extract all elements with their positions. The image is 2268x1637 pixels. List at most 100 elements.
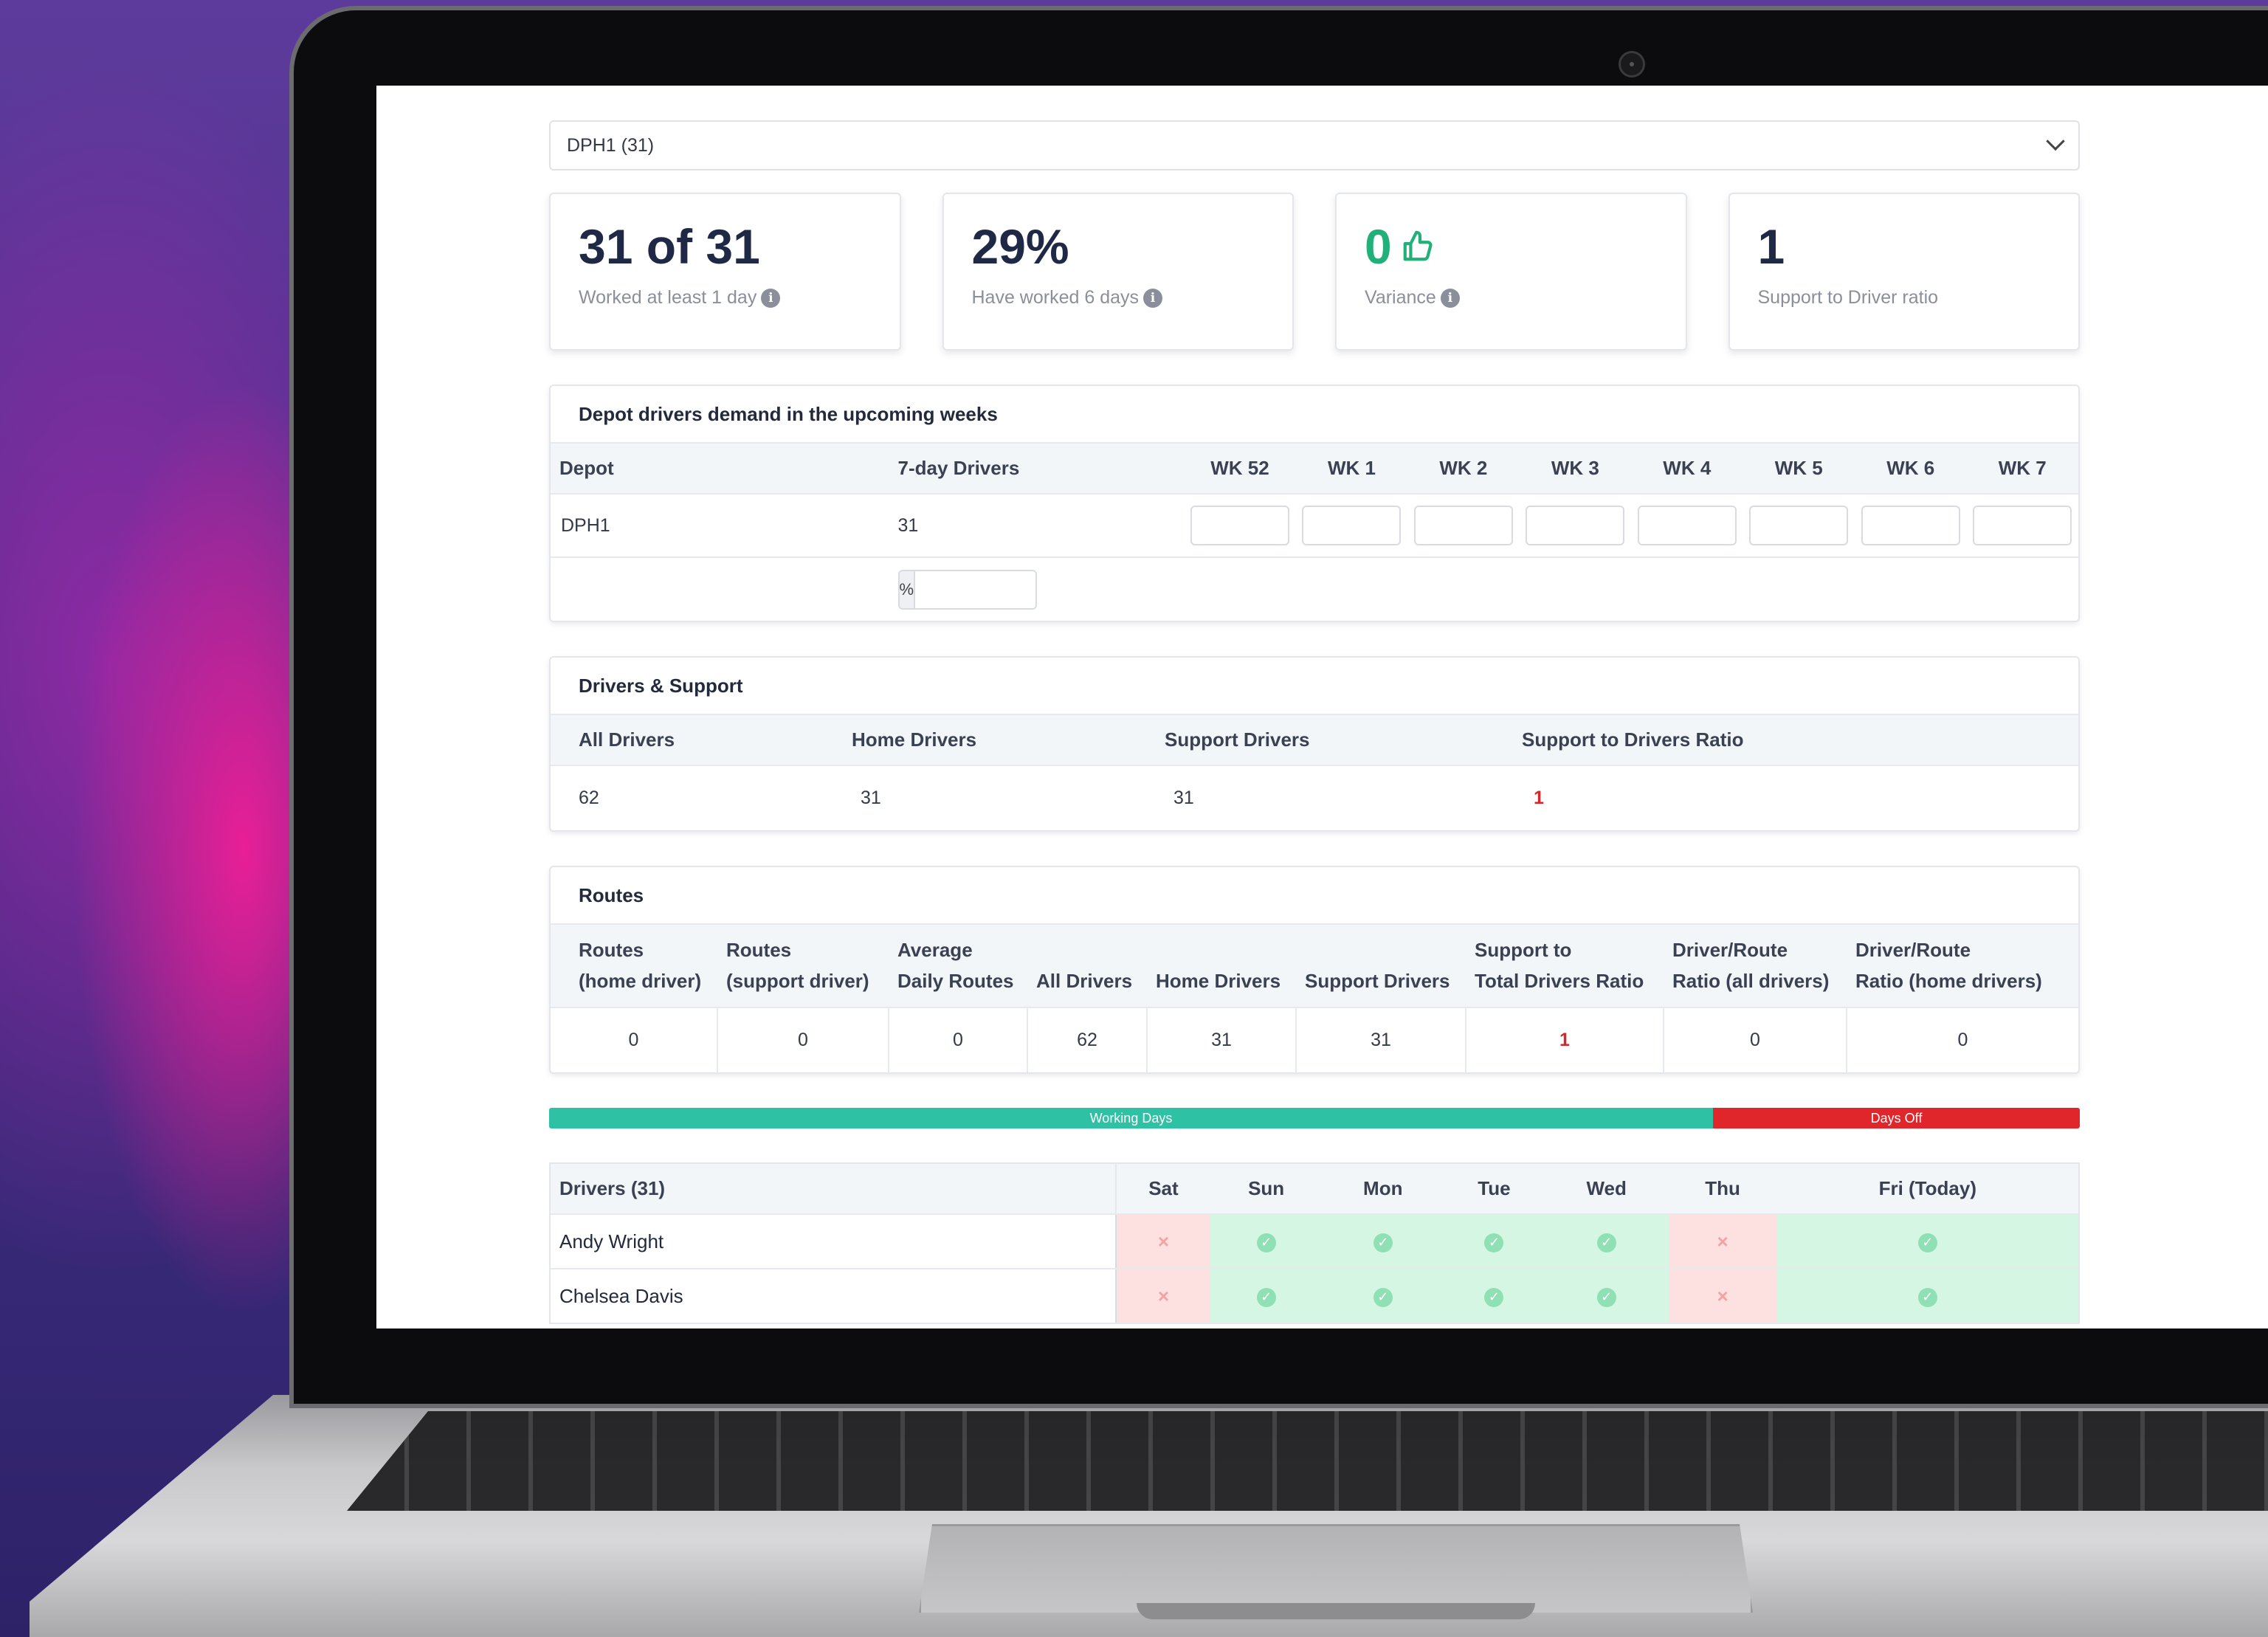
value-cell: 0 — [889, 1007, 1028, 1072]
value-cell: 31 — [861, 788, 881, 808]
col-header: Home Drivers — [852, 715, 1165, 766]
check-circle-icon: ✓ — [1484, 1233, 1504, 1252]
day-cell-working[interactable]: ✓ — [1322, 1214, 1444, 1269]
value-cell: 0 — [551, 1007, 718, 1072]
day-cell-working[interactable]: ✓ — [1776, 1214, 2078, 1269]
col-header: All Drivers — [1036, 969, 1133, 992]
routes-panel: Routes Routes (home driver) Routes (suppor… — [549, 866, 2080, 1074]
day-cell-off[interactable]: × — [1116, 1214, 1210, 1269]
demand-table: Depot 7-day Drivers WK 52 WK 1 WK 2 WK 3… — [551, 444, 2078, 621]
day-cell-working[interactable]: ✓ — [1444, 1214, 1545, 1269]
table-row: 62 31 31 1 — [551, 765, 2078, 830]
value-cell: 31 — [1173, 788, 1194, 808]
day-cell-off[interactable]: × — [1116, 1269, 1210, 1324]
laptop-trackpad — [919, 1524, 1753, 1613]
col-header: WK 1 — [1295, 444, 1408, 494]
check-circle-icon: ✓ — [1256, 1287, 1276, 1307]
day-header: Thu — [1668, 1164, 1777, 1215]
week-input[interactable] — [1190, 506, 1289, 545]
week-input[interactable] — [1413, 506, 1513, 545]
col-header: Support to — [1475, 938, 1572, 961]
value-cell: 0 — [717, 1007, 889, 1072]
value-cell: 62 — [1027, 1007, 1148, 1072]
day-cell-working[interactable]: ✓ — [1544, 1269, 1669, 1324]
col-header: WK 4 — [1631, 444, 1743, 494]
col-header: WK 2 — [1407, 444, 1520, 494]
day-cell-working[interactable]: ✓ — [1210, 1269, 1323, 1324]
col-header: Daily Routes — [897, 969, 1014, 992]
demand-panel: Depot drivers demand in the upcoming wee… — [549, 385, 2080, 622]
col-header: Driver/Route — [1672, 938, 1788, 961]
stat-value: 31 of 31 — [579, 219, 760, 274]
check-circle-icon: ✓ — [1917, 1233, 1937, 1252]
week-input[interactable] — [1973, 506, 2072, 545]
depot-select-value: DPH1 (31) — [567, 134, 655, 156]
col-header: Driver/Route — [1855, 938, 1971, 961]
week-input[interactable] — [1861, 506, 1960, 545]
thumbs-up-icon — [1403, 230, 1433, 261]
stat-label: Variance — [1365, 287, 1436, 308]
col-header: Support to Drivers Ratio — [1522, 715, 2078, 766]
x-mark-icon: × — [1717, 1284, 1728, 1307]
drivers-support-table: All Drivers Home Drivers Support Drivers… — [551, 715, 2078, 830]
check-circle-icon: ✓ — [1596, 1233, 1616, 1252]
col-header: WK 6 — [1854, 444, 1967, 494]
stat-card-variance: 0 Variance i — [1335, 193, 1687, 351]
day-header: Mon — [1322, 1164, 1444, 1215]
day-cell-working[interactable]: ✓ — [1544, 1214, 1669, 1269]
x-mark-icon: × — [1157, 1284, 1170, 1307]
chevron-down-icon — [2046, 131, 2065, 151]
col-header: 7-day Drivers — [897, 444, 1185, 494]
table-row: % — [551, 557, 2078, 621]
stat-value: 0 — [1365, 219, 1392, 274]
day-cell-off[interactable]: × — [1668, 1269, 1777, 1324]
days-legend: Working Days Days Off — [549, 1108, 2080, 1128]
col-header: Average — [897, 938, 973, 961]
depot-cell: DPH1 — [551, 494, 898, 558]
laptop-front-notch — [1137, 1603, 1535, 1619]
week-input[interactable] — [1526, 506, 1625, 545]
panel-title: Depot drivers demand in the upcoming wee… — [551, 386, 2078, 444]
dashboard-content: DPH1 (31) 31 of 31 Worked at least 1 day… — [549, 120, 2080, 1324]
col-header: Ratio (home drivers) — [1855, 969, 2042, 992]
check-circle-icon: ✓ — [1373, 1287, 1393, 1307]
day-cell-off[interactable]: × — [1668, 1214, 1777, 1269]
check-circle-icon: ✓ — [1256, 1233, 1276, 1252]
check-circle-icon: ✓ — [1484, 1287, 1504, 1307]
day-header: Tue — [1444, 1164, 1545, 1215]
driver-name[interactable]: Chelsea Davis — [551, 1269, 1117, 1324]
check-circle-icon: ✓ — [1596, 1287, 1616, 1307]
percent-input[interactable] — [915, 571, 1035, 608]
laptop-keyboard — [347, 1411, 2268, 1511]
day-cell-working[interactable]: ✓ — [1776, 1269, 2078, 1324]
day-cell-working[interactable]: ✓ — [1322, 1269, 1444, 1324]
table-row: DPH1 31 — [551, 494, 2078, 558]
col-header: Support Drivers — [1165, 715, 1522, 766]
col-header: Routes — [726, 938, 792, 961]
stat-label: Worked at least 1 day — [579, 287, 757, 308]
day-header: Sun — [1210, 1164, 1323, 1215]
col-header: (support driver) — [726, 969, 869, 992]
week-input[interactable] — [1637, 506, 1737, 545]
info-icon[interactable]: i — [1143, 288, 1163, 308]
info-icon[interactable]: i — [1440, 288, 1460, 308]
depot-select[interactable]: DPH1 (31) — [549, 120, 2080, 170]
info-icon[interactable]: i — [761, 288, 781, 308]
drivers-cell: 31 — [897, 494, 1185, 558]
col-header: Ratio (all drivers) — [1672, 969, 1830, 992]
check-circle-icon: ✓ — [1917, 1287, 1937, 1307]
x-mark-icon: × — [1157, 1230, 1170, 1252]
value-cell: 31 — [1296, 1007, 1466, 1072]
col-header: WK 3 — [1519, 444, 1632, 494]
roster-table: Drivers (31) Sat Sun Mon Tue Wed Thu Fri… — [551, 1164, 2078, 1324]
col-header: Depot — [551, 444, 898, 494]
value-cell: 62 — [579, 788, 599, 808]
col-header: Support Drivers — [1305, 969, 1450, 992]
week-input[interactable] — [1302, 506, 1402, 545]
week-input[interactable] — [1749, 506, 1849, 545]
percent-input-group: % — [897, 569, 1037, 610]
driver-name[interactable]: Andy Wright — [551, 1214, 1117, 1269]
day-cell-working[interactable]: ✓ — [1210, 1214, 1323, 1269]
day-cell-working[interactable]: ✓ — [1444, 1269, 1545, 1324]
col-header: WK 7 — [1966, 444, 2078, 494]
